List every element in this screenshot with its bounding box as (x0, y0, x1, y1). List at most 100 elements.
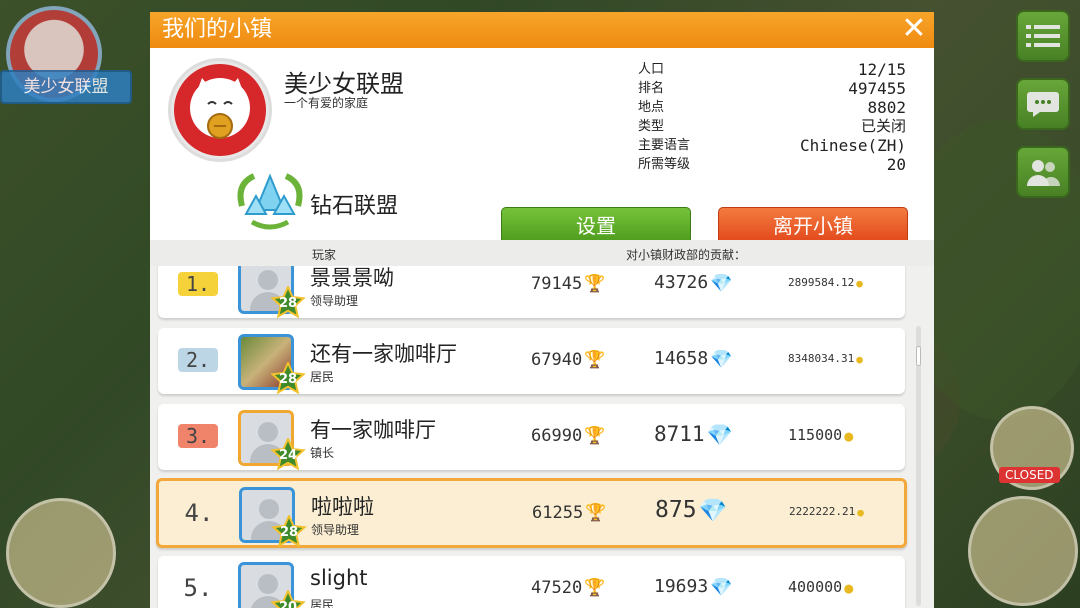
gems-value: 19693 💎 (654, 576, 733, 598)
stat-row: 地点 8802 (638, 98, 906, 117)
diamond-icon: 💎 (698, 498, 728, 524)
player-row[interactable]: 5. 20 slight 居民 47520 🏆 19693 💎 400000 ● (158, 556, 905, 608)
menu-list-button[interactable] (1016, 10, 1070, 62)
player-level: 28 (278, 296, 298, 311)
player-row-current[interactable]: 4. 28 啦啦啦 领导助理 61255 🏆 875💎 2222222.21 ● (156, 478, 907, 548)
level-star-icon: 20 (270, 590, 306, 608)
diamond-icon: 💎 (710, 272, 733, 294)
rank-badge: 5. (183, 574, 213, 602)
player-level: 28 (279, 525, 299, 540)
league-name: 钻石联盟 (310, 194, 399, 219)
stat-label: 主要语言 (638, 138, 691, 153)
stat-label: 排名 (638, 81, 665, 96)
player-level: 20 (278, 600, 298, 608)
level-star-icon: 28 (271, 515, 307, 549)
trophy-value: 66990 🏆 (531, 426, 606, 446)
player-name: slight (310, 566, 368, 590)
column-header: 玩家 对小镇财政部的贡献： (150, 240, 934, 266)
diamond-icon: 💎 (706, 422, 733, 447)
rank-badge: 4. (184, 499, 214, 527)
gems-value: 8711💎 (654, 422, 733, 447)
trophy-value: 67940 🏆 (531, 350, 606, 370)
stat-value: 20 (886, 155, 906, 174)
stat-row: 排名 497455 (638, 79, 906, 98)
coin-icon: ● (844, 578, 854, 597)
coins-value: 400000 ● (788, 578, 854, 597)
cash-register-button[interactable] (968, 496, 1078, 606)
player-role: 居民 (310, 370, 335, 384)
stat-value: 8802 (867, 98, 906, 117)
player-name: 有一家咖啡厅 (310, 418, 436, 442)
level-star-icon: 28 (270, 362, 306, 396)
coins-value: 115000 ● (788, 426, 854, 445)
people-icon (1027, 160, 1060, 186)
list-scroll-thumb[interactable] (916, 346, 921, 366)
lucky-cat-emblem-icon (174, 64, 266, 156)
coins-value: 2222222.21 ● (789, 505, 864, 519)
gems-value: 14658 💎 (654, 348, 733, 370)
stat-label: 所需等级 (638, 157, 691, 172)
gems-value: 43726 💎 (654, 272, 733, 294)
player-name: 还有一家咖啡厅 (310, 342, 457, 366)
trophy-icon: 🏆 (585, 503, 607, 523)
list-icon (1026, 25, 1060, 47)
player-role: 居民 (310, 598, 335, 608)
trophy-icon: 🏆 (584, 350, 606, 370)
stat-value: Chinese(ZH) (800, 136, 906, 155)
player-level: 24 (278, 448, 298, 463)
coin-icon: ● (856, 276, 863, 290)
level-star-icon: 24 (270, 438, 306, 472)
player-row[interactable]: 1. 28 景景景呦 领导助理 79145 🏆 43726 💎 2899584.12… (158, 266, 905, 320)
stat-row: 人口 12/15 (638, 60, 906, 79)
balloon-closed-button[interactable]: CLOSED (990, 406, 1074, 490)
player-list[interactable]: 1. 28 景景景呦 领导助理 79145 🏆 43726 💎 2899584.12… (150, 266, 934, 608)
modal-title: 我们的小镇 (162, 17, 273, 42)
player-row[interactable]: 3. 24 有一家咖啡厅 镇长 66990 🏆 8711💎 115000 ● (158, 404, 905, 472)
town-ribbon-label: 美少女联盟 (0, 70, 132, 104)
town-description: 一个有爱的家庭 (284, 96, 369, 110)
modal-titlebar: 我们的小镇 ✕ (150, 12, 934, 48)
town-header: 美少女联盟 一个有爱的家庭 钻石联盟 人口 12/15 排名 497455 地点 (150, 48, 934, 245)
chat-button[interactable] (1016, 78, 1070, 130)
coins-value: 8348034.31 ● (788, 352, 863, 366)
diamond-icon: 💎 (710, 576, 733, 598)
trophy-value: 79145 🏆 (531, 274, 606, 294)
player-row[interactable]: 2. 28 还有一家咖啡厅 居民 67940 🏆 14658 💎 8348034.3… (158, 328, 905, 396)
player-name: 景景景呦 (310, 266, 394, 290)
trophy-icon: 🏆 (584, 274, 606, 294)
trophy-icon: 🏆 (584, 426, 606, 446)
stat-label: 类型 (638, 119, 665, 134)
shop-button-hud[interactable] (6, 498, 116, 608)
coins-value: 2899584.12 ● (788, 276, 863, 290)
list-scrollbar[interactable] (916, 326, 921, 606)
trophy-value: 47520 🏆 (531, 578, 606, 598)
diamond-league-icon (236, 166, 304, 232)
stat-row: 类型 已关闭 (638, 117, 906, 136)
town-stats: 人口 12/15 排名 497455 地点 8802 类型 已关闭 主要语言 C… (638, 60, 906, 174)
coin-icon: ● (844, 426, 854, 445)
trophy-value: 61255 🏆 (532, 503, 607, 523)
coin-icon: ● (857, 505, 864, 519)
town-logo (168, 58, 272, 162)
player-role: 领导助理 (310, 294, 359, 308)
column-player: 玩家 (312, 248, 337, 262)
rank-badge: 2. (178, 348, 218, 372)
stat-value: 已关闭 (860, 117, 906, 135)
chat-bubble-icon (1027, 92, 1059, 117)
town-modal: 我们的小镇 ✕ 美少女联盟 一个有爱的家庭 钻石联盟 人口 12/15 排名 4… (150, 12, 934, 608)
stat-value: 12/15 (857, 60, 906, 79)
stat-label: 地点 (638, 100, 665, 115)
player-name: 啦啦啦 (311, 495, 374, 519)
stat-row: 主要语言 Chinese(ZH) (638, 136, 906, 155)
player-level: 28 (278, 372, 298, 387)
closed-sign-label: CLOSED (999, 467, 1060, 483)
rank-badge: 1. (178, 272, 218, 296)
rank-badge: 3. (178, 424, 218, 448)
friends-button[interactable] (1016, 146, 1070, 198)
level-star-icon: 28 (270, 286, 306, 320)
close-x-icon[interactable]: ✕ (898, 14, 930, 46)
player-role: 镇长 (310, 446, 335, 460)
diamond-icon: 💎 (710, 348, 733, 370)
column-contribution: 对小镇财政部的贡献： (626, 248, 747, 262)
gems-value: 875💎 (655, 497, 728, 524)
